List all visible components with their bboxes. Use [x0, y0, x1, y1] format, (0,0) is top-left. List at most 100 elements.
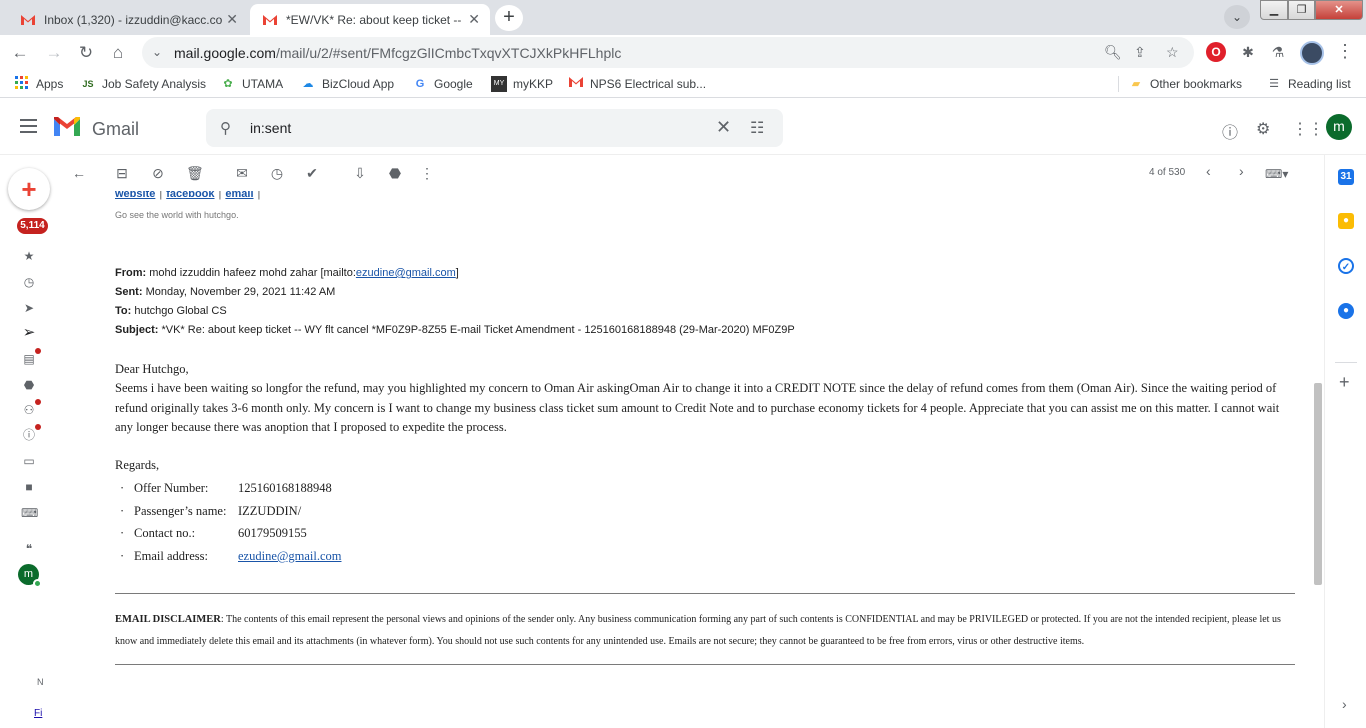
hangouts-avatar[interactable]: m [18, 564, 42, 588]
labels-icon[interactable]: ⬣ [387, 165, 403, 181]
join-meeting-keyboard-icon[interactable]: ⌨ [21, 505, 38, 521]
from-end: ] [455, 267, 459, 279]
snoozed-clock-icon[interactable]: ◷ [21, 274, 37, 290]
search-options-icon[interactable]: ☷ [750, 118, 764, 138]
mark-unread-icon[interactable]: ✉ [234, 165, 250, 181]
archive-icon[interactable]: ⊟ [114, 165, 130, 181]
email-link[interactable]: email [225, 191, 253, 200]
main-menu-icon[interactable] [20, 119, 37, 137]
sent-icon[interactable]: ➢ [21, 325, 37, 341]
snooze-icon[interactable]: ◷ [269, 165, 285, 181]
tab-current-email[interactable]: *EW/VK* Re: about keep ticket -- ✕ [250, 4, 490, 35]
google-apps-icon[interactable]: ⋮⋮ [1292, 119, 1324, 139]
bookmark-star-icon[interactable]: ☆ [1166, 44, 1179, 61]
label-icon[interactable]: ⬣ [21, 377, 37, 393]
address-bar[interactable]: ⌄ mail.google.com/mail/u/2/#sent/FMfcgzG… [142, 37, 1194, 68]
tab-close-icon[interactable]: ✕ [226, 11, 238, 28]
window-maximize-button[interactable]: ❐ [1288, 0, 1315, 20]
url-host: mail.google.com [174, 45, 276, 61]
account-avatar[interactable]: m [1326, 114, 1352, 140]
rail-truncated-link[interactable]: Fi [34, 708, 42, 719]
support-icon[interactable]: ⓘ [1222, 119, 1238, 143]
bookmark-mykkp[interactable]: MY myKKP [491, 76, 553, 92]
add-to-tasks-icon[interactable]: ✔ [304, 165, 320, 181]
mykkp-icon: MY [491, 76, 507, 92]
apps-grid-icon [14, 76, 30, 92]
new-meeting-icon[interactable]: ■ [21, 479, 37, 495]
clear-search-icon[interactable]: ✕ [716, 117, 731, 138]
to-value: hutchgo Global CS [134, 305, 227, 317]
bookmark-job-safety[interactable]: JS Job Safety Analysis [80, 76, 206, 92]
detail-email-link[interactable]: ezudine@gmail.com [238, 549, 342, 563]
tab-inbox[interactable]: Inbox (1,320) - izzuddin@kacc.co ✕ [8, 4, 248, 35]
calendar-icon[interactable]: 31 [1338, 169, 1354, 185]
newer-chevron-icon[interactable]: ‹ [1206, 163, 1211, 179]
extensions-puzzle-icon[interactable]: ✱ [1238, 42, 1258, 62]
bookmark-utama[interactable]: ✿ UTAMA [220, 76, 283, 92]
labs-flask-icon[interactable]: ⚗ [1268, 42, 1288, 62]
home-icon[interactable]: ⌂ [106, 41, 130, 65]
bookmark-other[interactable]: ▰ Other bookmarks [1128, 76, 1242, 92]
quoted-from-line: From: mohd izzuddin hafeez mohd zahar [m… [115, 267, 459, 279]
get-addons-plus-icon[interactable]: + [1339, 372, 1350, 393]
window-close-button[interactable]: ✕ [1315, 0, 1363, 20]
window-minimize-button[interactable]: ▁ [1260, 0, 1288, 20]
site-info-chevron-icon[interactable]: ⌄ [152, 45, 162, 59]
chrome-menu-icon[interactable]: ⋮ [1336, 41, 1354, 62]
hangouts-chat-icon[interactable]: ❝ [21, 541, 37, 557]
bookmark-nps6[interactable]: NPS6 Electrical sub... [568, 76, 706, 92]
tasks-icon[interactable]: ✓ [1338, 258, 1354, 274]
older-chevron-icon[interactable]: › [1239, 163, 1244, 179]
social-people-icon[interactable]: ⚇ [21, 402, 37, 418]
keep-icon[interactable]: ● [1338, 213, 1354, 229]
back-arrow-icon[interactable]: ← [8, 41, 32, 65]
settings-gear-icon[interactable]: ⚙ [1256, 119, 1270, 139]
detail-value: 125160168188948 [238, 481, 332, 495]
drafts-icon[interactable]: ▤ [21, 351, 37, 367]
bookmark-label: Job Safety Analysis [102, 77, 207, 91]
scrollbar-thumb[interactable] [1314, 383, 1322, 585]
search-input[interactable] [250, 117, 690, 139]
updates-info-icon[interactable]: ⓘ [21, 427, 37, 443]
email-scrollbar[interactable] [1314, 191, 1322, 728]
rail-truncated-text: N [37, 677, 44, 687]
input-tools-keyboard-icon[interactable]: ⌨▾ [1265, 167, 1288, 181]
reload-icon[interactable]: ↻ [74, 41, 98, 65]
url-text[interactable]: mail.google.com/mail/u/2/#sent/FMfcgzGlI… [174, 45, 621, 61]
to-label: To: [115, 305, 132, 317]
facebook-link[interactable]: facebook [166, 191, 214, 200]
disclaimer-bottom-divider [115, 664, 1295, 665]
bookmark-bizcloud[interactable]: ☁ BizCloud App [300, 76, 395, 92]
bookmark-label: Google [434, 77, 473, 91]
meet-video-icon[interactable]: ▭ [21, 453, 37, 469]
starred-icon[interactable]: ★ [21, 248, 37, 264]
from-email-link[interactable]: ezudine@gmail.com [356, 267, 456, 279]
detail-value: IZZUDDIN/ [238, 504, 302, 518]
gmail-wordmark: Gmail [92, 119, 140, 139]
more-actions-icon[interactable]: ⋮ [419, 165, 435, 181]
website-link[interactable]: website [115, 191, 155, 200]
tab-close-icon[interactable]: ✕ [468, 11, 480, 28]
bookmark-google[interactable]: G Google [412, 76, 473, 92]
back-to-list-icon[interactable]: ← [71, 165, 87, 181]
share-icon[interactable]: ⇪ [1134, 44, 1146, 61]
contacts-icon[interactable]: ● [1338, 303, 1354, 319]
tab-search-chevron-icon[interactable]: ⌄ [1224, 5, 1250, 29]
profile-avatar[interactable] [1300, 41, 1324, 65]
delete-trash-icon[interactable]: 🗑︎ [186, 165, 204, 181]
bookmark-apps[interactable]: Apps [14, 76, 63, 92]
opera-extension-icon[interactable]: O [1206, 42, 1226, 62]
gmail-logo-icon[interactable] [52, 116, 82, 138]
new-tab-button[interactable]: + [495, 5, 523, 31]
url-path: /mail/u/2/#sent/FMfcgzGlICmbcTxqvXTCJXkP… [275, 45, 622, 61]
move-to-icon[interactable]: ⇩ [352, 165, 368, 181]
compose-button[interactable]: + [8, 168, 50, 210]
zoom-icon[interactable]: 🔍︎ [1104, 44, 1122, 61]
tab-strip: Inbox (1,320) - izzuddin@kacc.co ✕ *EW/V… [0, 0, 1366, 35]
report-spam-icon[interactable]: ⊘ [150, 165, 166, 181]
forward-arrow-icon[interactable]: → [42, 41, 66, 65]
reading-list[interactable]: ☰ Reading list [1266, 76, 1351, 92]
hide-panel-chevron-icon[interactable]: › [1342, 696, 1347, 712]
important-label-icon[interactable]: ➤ [21, 300, 37, 316]
search-icon[interactable]: ⚲ [220, 119, 231, 137]
